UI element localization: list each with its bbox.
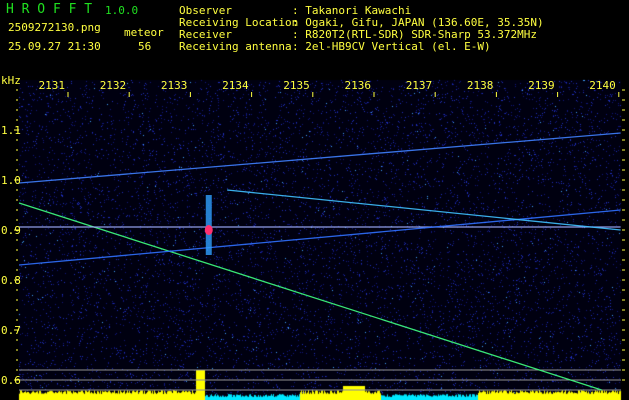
spectrogram-overlay: kHz 2131 2132 2133 2134 2135 2136 2137 2138 2139 2… (0, 0, 629, 400)
meteor-count: 56 (138, 41, 151, 53)
trace-line (227, 190, 621, 230)
x-tick-label: 2135 (283, 79, 310, 92)
meteor-head (205, 225, 213, 235)
x-tick-label: 2138 (467, 79, 494, 92)
x-tick-label: 2132 (100, 79, 127, 92)
x-tick-label: 2134 (222, 79, 249, 92)
x-tick-label: 2140 (589, 79, 616, 92)
app-name: H R O F F T (6, 4, 92, 16)
trace-line (19, 203, 602, 390)
x-tick-label: 2136 (345, 79, 372, 92)
x-tick-label: 2139 (528, 79, 555, 92)
x-tick-label: 2133 (161, 79, 188, 92)
info-label: Receiving antenna (179, 41, 292, 53)
y-axis-label: kHz (1, 74, 21, 87)
version: 1.0.0 (105, 5, 138, 17)
datetime: 25.09.27 21:30 (8, 41, 101, 53)
info-value: : 2el-HB9CV Vertical (el. E-W) (292, 41, 491, 53)
trace-line (19, 210, 621, 265)
trace-line (19, 133, 621, 183)
x-tick-label: 2131 (39, 79, 66, 92)
count-label: meteor (124, 27, 164, 39)
filename: 2509272130.png (8, 22, 101, 34)
x-tick-label: 2137 (406, 79, 433, 92)
